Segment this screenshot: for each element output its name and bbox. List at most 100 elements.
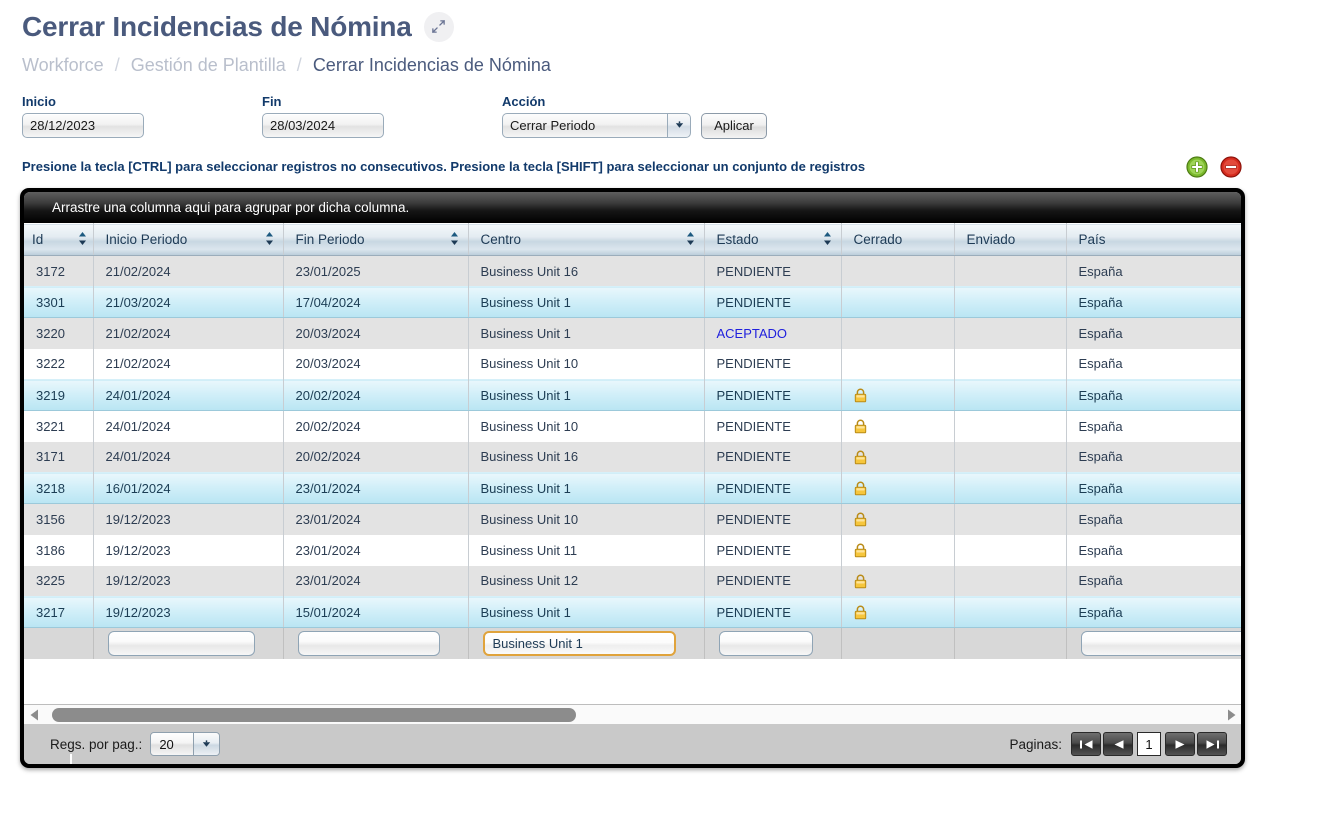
cell-fin-periodo: 20/02/2024	[283, 441, 469, 473]
triangle-right-icon[interactable]	[1221, 709, 1241, 721]
table-row[interactable]: 3172 21/02/2024 23/01/2025 Business Unit 16…	[24, 255, 1241, 287]
expand-arrows-icon[interactable]	[423, 11, 454, 42]
page-last-icon[interactable]	[1197, 732, 1227, 756]
accion-select[interactable]: Cerrar Periodo	[502, 113, 667, 139]
table-row[interactable]: 3218 16/01/2024 23/01/2024 Business Unit 1P…	[24, 472, 1241, 504]
page-prev-icon[interactable]	[1103, 732, 1133, 756]
page-first-icon[interactable]	[1071, 732, 1101, 756]
cell-centro: Business Unit 16	[468, 441, 705, 473]
cell-centro: Business Unit 1	[468, 379, 705, 411]
column-label: Centro	[480, 232, 522, 247]
cell-pais: España	[1066, 565, 1241, 597]
records-per-page-value: 20	[151, 733, 194, 755]
cell-estado: PENDIENTE	[704, 472, 842, 504]
filter-input-fin-periodo[interactable]	[297, 630, 440, 656]
cell-pais: España	[1066, 410, 1241, 442]
sort-arrows-icon[interactable]	[78, 231, 87, 248]
group-by-dropzone[interactable]: Arrastre una columna aqui para agrupar p…	[24, 192, 1241, 223]
column-header-cerrado[interactable]: Cerrado	[841, 223, 955, 256]
cell-inicio-periodo: 21/02/2024	[93, 255, 284, 287]
cell-cerrado	[841, 596, 955, 628]
cell-id: 3225	[24, 565, 94, 597]
table-row[interactable]: 3222 21/02/2024 20/03/2024 Business Unit 10…	[24, 348, 1241, 380]
cell-estado: ACEPTADO	[704, 317, 842, 349]
table-row[interactable]: 3219 24/01/2024 20/02/2024 Business Unit 1P…	[24, 379, 1241, 411]
breadcrumb-item-gestion-de-plantilla[interactable]: Gestión de Plantilla	[131, 55, 286, 76]
column-header-enviado[interactable]: Enviado	[954, 223, 1067, 256]
column-header-centro[interactable]: Centro	[468, 223, 705, 256]
lock-icon	[854, 543, 866, 558]
inicio-date-input[interactable]	[22, 112, 144, 138]
lock-icon	[854, 512, 866, 527]
data-grid-panel: Arrastre una columna aqui para agrupar p…	[20, 188, 1245, 768]
cell-id: 3172	[24, 255, 94, 287]
cell-estado: PENDIENTE	[704, 565, 842, 597]
sort-arrows-icon[interactable]	[686, 231, 695, 248]
cell-fin-periodo: 15/01/2024	[283, 596, 469, 628]
page-title: Cerrar Incidencias de Nómina	[22, 11, 412, 42]
filter-input-inicio-periodo[interactable]	[107, 630, 255, 656]
table-row[interactable]: 3220 21/02/2024 20/03/2024 Business Unit 1 A…	[24, 317, 1241, 349]
cell-centro: Business Unit 1	[468, 472, 705, 504]
column-header-estado[interactable]: Estado	[704, 223, 842, 256]
breadcrumb-separator: /	[296, 54, 302, 75]
chevron-down-icon[interactable]	[193, 733, 220, 755]
cell-enviado	[954, 565, 1067, 597]
cell-enviado	[954, 503, 1067, 535]
aplicar-button[interactable]: Aplicar	[701, 112, 767, 139]
filter-input-estado[interactable]	[718, 630, 813, 656]
table-row[interactable]: 3221 24/01/2024 20/02/2024 Business Unit 10…	[24, 410, 1241, 442]
column-header-pais[interactable]: País	[1066, 223, 1241, 256]
filter-cell-enviado	[954, 627, 1067, 659]
table-row[interactable]: 3186 19/12/2023 23/01/2024 Business Unit 11…	[24, 534, 1241, 566]
filter-cell-fin-periodo	[283, 627, 469, 659]
add-circle-icon[interactable]	[1186, 155, 1208, 178]
cell-fin-periodo: 23/01/2024	[283, 503, 469, 535]
cell-centro: Business Unit 10	[468, 503, 705, 535]
column-header-fin-periodo[interactable]: Fin Periodo	[283, 223, 469, 256]
cell-id: 3171	[24, 441, 94, 473]
grid-footer: Regs. por pag.: 20 Paginas: 1	[24, 724, 1241, 764]
hint-row: Presione la tecla [CTRL] para selecciona…	[0, 155, 1330, 180]
fin-date-input[interactable]	[262, 112, 384, 138]
filter-input-centro[interactable]	[482, 630, 676, 656]
column-filter-row[interactable]	[24, 627, 1241, 659]
breadcrumb-item-current: Cerrar Incidencias de Nómina	[312, 54, 551, 75]
cell-id: 3186	[24, 534, 94, 566]
table-row[interactable]: 3171 24/01/2024 20/02/2024 Business Unit 16…	[24, 441, 1241, 473]
cell-fin-periodo: 20/02/2024	[283, 410, 469, 442]
sort-arrows-icon[interactable]	[823, 231, 832, 248]
cell-estado: PENDIENTE	[704, 596, 842, 628]
filter-cell-inicio-periodo	[93, 627, 284, 659]
current-page-input[interactable]: 1	[1137, 732, 1161, 756]
sort-arrows-icon[interactable]	[265, 231, 274, 248]
page-next-icon[interactable]	[1165, 732, 1195, 756]
filter-input-pais[interactable]	[1080, 630, 1241, 656]
scrollbar-track[interactable]	[44, 705, 1221, 725]
cell-id: 3221	[24, 410, 94, 442]
lock-icon	[854, 481, 866, 496]
estado-value: ACEPTADO	[716, 325, 788, 341]
scrollbar-thumb[interactable]	[52, 707, 576, 722]
records-per-page-select[interactable]: 20	[150, 732, 221, 756]
group-by-hint: Arrastre una columna aqui para agrupar p…	[52, 200, 410, 215]
table-row[interactable]: 3217 19/12/2023 15/01/2024 Business Unit 1P…	[24, 596, 1241, 628]
sort-arrows-icon[interactable]	[450, 231, 459, 248]
cell-inicio-periodo: 21/02/2024	[93, 348, 284, 380]
filter-cell-cerrado	[841, 627, 955, 659]
triangle-left-icon[interactable]	[24, 709, 44, 721]
cell-enviado	[954, 286, 1067, 318]
chevron-down-icon[interactable]	[667, 113, 691, 139]
column-header-id[interactable]: Id	[24, 223, 94, 256]
horizontal-scrollbar[interactable]	[24, 704, 1241, 724]
breadcrumb-item-workforce[interactable]: Workforce	[22, 55, 104, 76]
breadcrumb: Workforce / Gestión de Plantilla / Cerra…	[22, 55, 1330, 76]
cell-centro: Business Unit 1	[468, 596, 705, 628]
table-viewport: Id Inicio Periodo Fin Periodo Centro Est…	[24, 223, 1241, 704]
cell-id: 3301	[24, 286, 94, 318]
table-row[interactable]: 3156 19/12/2023 23/01/2024 Business Unit 10…	[24, 503, 1241, 535]
table-row[interactable]: 3225 19/12/2023 23/01/2024 Business Unit 12…	[24, 565, 1241, 597]
remove-circle-icon[interactable]	[1220, 155, 1242, 178]
table-row[interactable]: 3301 21/03/2024 17/04/2024 Business Unit 1P…	[24, 286, 1241, 318]
column-header-inicio-periodo[interactable]: Inicio Periodo	[93, 223, 284, 256]
